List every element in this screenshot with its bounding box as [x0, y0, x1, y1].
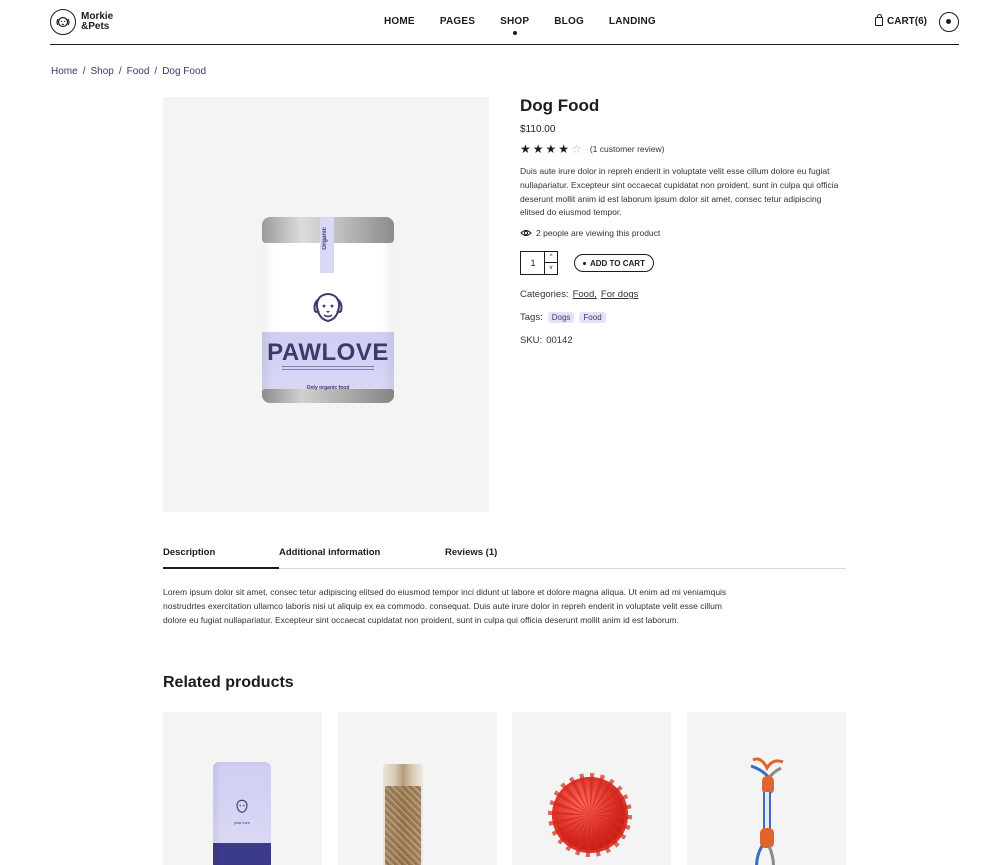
account-button[interactable]	[939, 12, 959, 32]
tags-label: Tags:	[520, 312, 543, 324]
can-bottom	[262, 389, 394, 403]
star-icon: ★	[545, 142, 557, 156]
quantity-stepper[interactable]: 1 ^ v	[520, 251, 558, 276]
site-header: Morkie &Pets HOME PAGES SHOP BLOG LANDIN…	[50, 0, 959, 45]
can-fine-print	[282, 366, 374, 372]
product-tabs: Description Additional information Revie…	[163, 547, 846, 569]
related-product-card[interactable]	[338, 712, 497, 865]
pouch-label: paw love	[234, 820, 250, 825]
category-link-food[interactable]: Food,	[573, 289, 597, 300]
product-image[interactable]: Organic PAWLOVE Only organic food	[163, 97, 489, 512]
star-icon: ★	[520, 142, 531, 156]
star-empty-icon: ☆	[571, 142, 582, 156]
related-products-title: Related products	[163, 674, 294, 691]
categories-label: Categories:	[520, 289, 569, 301]
logo-text: Morkie &Pets	[81, 12, 125, 32]
can-tape-text: Organic	[322, 227, 328, 250]
category-link-for-dogs[interactable]: For dogs	[601, 289, 639, 300]
nav-landing[interactable]: LANDING	[609, 16, 656, 27]
tab-description[interactable]: Description	[163, 547, 279, 569]
product-rating: ★ ★ ★ ★ ☆ (1 customer review)	[520, 143, 850, 155]
breadcrumb-food[interactable]: Food	[127, 66, 150, 77]
product-can-image: Organic PAWLOVE Only organic food	[262, 217, 394, 403]
main-nav: HOME PAGES SHOP BLOG LANDING	[384, 16, 681, 35]
viewing-notice: 2 people are viewing this product	[520, 228, 850, 238]
nav-pages[interactable]: PAGES	[440, 16, 475, 27]
quantity-input[interactable]: 1	[521, 252, 545, 274]
review-count-link[interactable]: (1 customer review)	[590, 144, 665, 154]
breadcrumb-separator: /	[154, 66, 158, 77]
nav-blog[interactable]: BLOG	[554, 16, 584, 27]
dog-logo-icon	[50, 9, 76, 35]
rope-toy-image	[750, 757, 784, 865]
dog-face-icon	[308, 289, 348, 334]
product-sku: SKU: 00142	[520, 335, 850, 346]
bag-icon	[875, 14, 883, 26]
related-product-card[interactable]	[512, 712, 671, 865]
eye-icon	[520, 230, 532, 237]
add-to-cart-button[interactable]: ADD TO CART	[574, 254, 654, 273]
can-brand: PAWLOVE	[267, 339, 389, 366]
nav-shop[interactable]: SHOP	[500, 16, 529, 35]
spiky-ball-image	[548, 773, 632, 857]
tab-additional-information[interactable]: Additional information	[279, 547, 380, 569]
breadcrumb-separator: /	[82, 66, 86, 77]
breadcrumb-shop[interactable]: Shop	[90, 66, 113, 77]
star-icon: ★	[558, 142, 570, 156]
quantity-decrease-button[interactable]: v	[544, 263, 557, 275]
breadcrumb: Home / Shop / Food / Dog Food	[51, 66, 206, 77]
product-summary: Dog Food $110.00 ★ ★ ★ ★ ☆ (1 customer r…	[520, 96, 850, 346]
product-title: Dog Food	[520, 96, 600, 115]
tab-description-content: Lorem ipsum dolor sit amet, consec tetur…	[163, 587, 727, 625]
cart-label: CART(6)	[887, 16, 927, 27]
sku-value: 00142	[546, 335, 573, 347]
product-short-description: Duis aute irure dolor in repreh enderit …	[520, 166, 839, 218]
tab-reviews[interactable]: Reviews (1)	[445, 547, 497, 569]
related-product-card[interactable]	[687, 712, 846, 865]
add-to-cart-row: 1 ^ v ADD TO CART	[520, 251, 850, 276]
nav-home[interactable]: HOME	[384, 16, 415, 27]
food-pouch-image: paw love	[213, 762, 271, 865]
star-icon: ★	[532, 142, 544, 156]
tag-food[interactable]: Food	[579, 312, 606, 324]
tag-dogs[interactable]: Dogs	[547, 312, 575, 324]
related-product-card[interactable]: paw love	[163, 712, 322, 865]
breadcrumb-separator: /	[118, 66, 122, 77]
breadcrumb-current: Dog Food	[162, 66, 207, 77]
food-bag-image	[383, 764, 423, 865]
product-tags: Tags: Dogs Food	[520, 312, 850, 324]
logo[interactable]: Morkie &Pets	[50, 9, 125, 35]
dog-face-icon	[236, 799, 248, 813]
cart-link[interactable]: CART(6)	[875, 14, 927, 27]
viewing-text: 2 people are viewing this product	[536, 228, 661, 239]
sku-label: SKU:	[520, 335, 543, 347]
product-price: $110.00	[520, 124, 556, 135]
can-footer: Only organic food	[306, 385, 350, 391]
logo-line2: &Pets	[81, 21, 110, 32]
breadcrumb-home[interactable]: Home	[51, 66, 78, 77]
product-categories: Categories: Food, For dogs	[520, 289, 850, 300]
quantity-increase-button[interactable]: ^	[544, 252, 557, 264]
